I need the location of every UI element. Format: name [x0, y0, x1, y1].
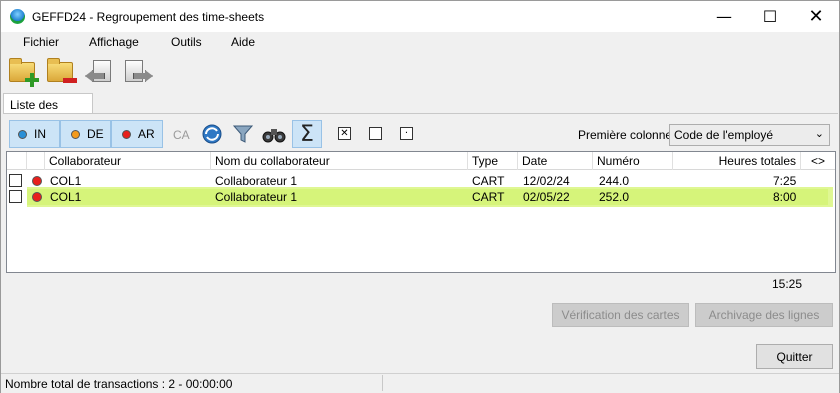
funnel-icon [232, 125, 254, 143]
menu-outils[interactable]: Outils [171, 35, 202, 49]
search-button[interactable] [261, 121, 287, 147]
minus-icon [63, 78, 77, 83]
close-button[interactable]: ✕ [793, 1, 839, 32]
first-column-value: Code de l'employé [674, 128, 774, 142]
total-hours: 15:25 [772, 277, 803, 291]
row-checkbox[interactable] [9, 190, 22, 203]
cell-code: COL1 [50, 190, 82, 204]
sum-button[interactable]: Σ [292, 120, 322, 148]
filter-de-label: DE [87, 127, 104, 141]
cell-date: 12/02/24 [523, 174, 570, 188]
cell-numero: 252.0 [599, 190, 630, 204]
remove-folder-button[interactable] [45, 56, 79, 88]
header-type[interactable]: Type [468, 152, 518, 170]
chevron-down-icon: ⌄ [814, 127, 824, 140]
cell-code: COL1 [50, 174, 82, 188]
uncheck-all-icon[interactable] [369, 127, 382, 140]
document-forward-arrow-icon [125, 60, 153, 84]
status-red-dot-icon [32, 176, 42, 186]
title-bar: GEFFD24 - Regroupement des time-sheets —… [1, 1, 839, 32]
header-collaborateur[interactable]: Collaborateur [45, 152, 211, 170]
quit-button[interactable]: Quitter [756, 344, 833, 369]
document-back-arrow-icon [85, 60, 111, 84]
table-header: Collaborateur Nom du collaborateur Type … [7, 152, 835, 170]
globe-refresh-icon [202, 124, 222, 144]
header-heures[interactable]: Heures totales [673, 152, 801, 170]
first-column-label: Première colonne [578, 128, 673, 142]
app-globe-icon [10, 9, 25, 24]
refresh-button[interactable] [199, 121, 225, 147]
menu-affichage[interactable]: Affichage [89, 35, 139, 49]
filter-button[interactable] [230, 121, 256, 147]
filter-de-button[interactable]: DE [60, 120, 111, 148]
blue-dot-icon [18, 129, 27, 139]
header-columns-toggle[interactable]: <> [801, 152, 835, 170]
cell-numero: 244.0 [599, 174, 630, 188]
status-separator [382, 375, 383, 391]
filter-ar-label: AR [138, 127, 155, 141]
window-title: GEFFD24 - Regroupement des time-sheets [32, 10, 265, 24]
status-bar: Nombre total de transactions : 2 - 00:00… [1, 373, 839, 393]
header-status [27, 152, 45, 170]
first-column-select[interactable]: Code de l'employé ⌄ [669, 124, 830, 146]
verify-cards-button[interactable]: Vérification des cartes [552, 303, 689, 327]
filter-ca-button[interactable]: CA [173, 128, 190, 142]
orange-dot-icon [71, 129, 80, 139]
minimize-button[interactable]: — [701, 1, 747, 32]
maximize-button[interactable]: ☐ [747, 1, 793, 32]
header-check [7, 152, 27, 170]
filter-in-label: IN [34, 127, 46, 141]
cell-heures: 8:00 [773, 190, 797, 204]
back-button[interactable] [83, 56, 117, 88]
menu-aide[interactable]: Aide [231, 35, 255, 49]
cell-type: CART [472, 174, 505, 188]
tab-liste-des-cartes[interactable]: Liste des cartes [3, 93, 93, 126]
binoculars-icon [262, 129, 286, 143]
table-row-selected[interactable]: COL1 Collaborateur 1 CART 02/05/22 252.0… [27, 189, 828, 205]
cell-date: 02/05/22 [523, 190, 570, 204]
cell-heures: 7:25 [773, 174, 797, 188]
transactions-table[interactable]: Collaborateur Nom du collaborateur Type … [6, 151, 836, 273]
header-date[interactable]: Date [518, 152, 593, 170]
check-all-icon[interactable]: ✕ [338, 127, 351, 140]
archive-lines-button[interactable]: Archivage des lignes [695, 303, 833, 327]
header-numero[interactable]: Numéro [593, 152, 673, 170]
red-dot-icon [122, 129, 131, 139]
cell-type: CART [472, 190, 505, 204]
new-folder-button[interactable] [7, 56, 41, 88]
app-window: GEFFD24 - Regroupement des time-sheets —… [0, 0, 840, 393]
menu-fichier[interactable]: Fichier [23, 35, 59, 49]
filter-in-button[interactable]: IN [9, 120, 60, 148]
toolbar [1, 53, 839, 93]
header-nom[interactable]: Nom du collaborateur [211, 152, 468, 170]
invert-check-icon[interactable]: · [400, 127, 413, 140]
row-checkbox[interactable] [9, 174, 22, 187]
cell-nom: Collaborateur 1 [215, 174, 298, 188]
forward-button[interactable] [121, 56, 155, 88]
status-red-dot-icon [32, 192, 42, 202]
menu-bar: Fichier Affichage Outils Aide [1, 32, 839, 52]
filter-ar-button[interactable]: AR [111, 120, 163, 148]
plus-icon [25, 73, 39, 87]
cell-nom: Collaborateur 1 [215, 190, 298, 204]
